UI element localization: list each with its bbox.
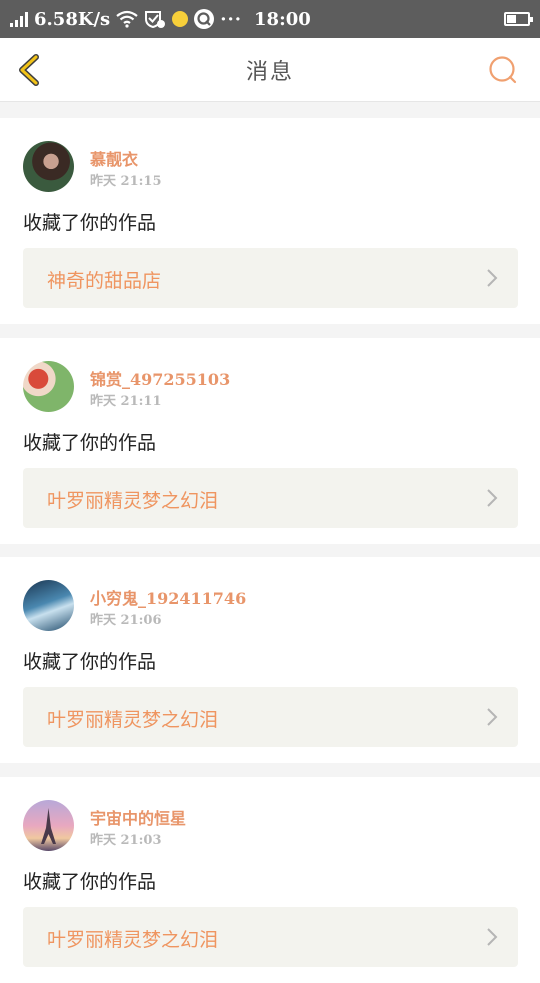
action-text: 收藏了你的作品 — [23, 212, 157, 234]
vpn-icon — [145, 11, 166, 29]
username[interactable]: 小穷鬼_192411746 — [90, 585, 246, 609]
battery-icon — [504, 12, 533, 26]
chevron-right-icon — [487, 928, 498, 946]
more-icon: ··· — [220, 8, 243, 30]
message-card: 慕靓衣 昨天 21:15 收藏了你的作品 神奇的甜品店 — [0, 118, 540, 324]
chevron-right-icon — [487, 489, 498, 507]
back-icon[interactable] — [14, 53, 44, 87]
status-bar: 6.58K/s ··· 18:00 — [0, 0, 540, 38]
avatar[interactable] — [23, 141, 74, 192]
page-title: 消息 — [245, 59, 294, 85]
message-card: 宇宙中的恒星 昨天 21:03 收藏了你的作品 叶罗丽精灵梦之幻泪 — [0, 777, 540, 983]
action-text: 收藏了你的作品 — [23, 651, 157, 673]
work-title: 叶罗丽精灵梦之幻泪 — [47, 709, 219, 731]
notification-dot-icon — [172, 11, 189, 27]
work-title: 叶罗丽精灵梦之幻泪 — [47, 490, 219, 512]
message-card: 小穷鬼_192411746 昨天 21:06 收藏了你的作品 叶罗丽精灵梦之幻泪 — [0, 557, 540, 763]
action-text: 收藏了你的作品 — [23, 432, 157, 454]
timestamp: 昨天 21:11 — [90, 394, 162, 409]
timestamp: 昨天 21:03 — [90, 833, 162, 848]
work-link[interactable]: 叶罗丽精灵梦之幻泪 — [23, 687, 518, 747]
app-q-icon — [194, 9, 215, 29]
network-speed: 6.58K/s — [34, 8, 111, 30]
chevron-right-icon — [487, 708, 498, 726]
work-link[interactable]: 叶罗丽精灵梦之幻泪 — [23, 468, 518, 528]
signal-icon — [10, 11, 28, 27]
timestamp: 昨天 21:15 — [90, 174, 162, 189]
action-text: 收藏了你的作品 — [23, 871, 157, 893]
avatar[interactable] — [23, 580, 74, 631]
nav-bar: 消息 — [0, 38, 540, 102]
eiffel-tower-icon — [41, 808, 56, 844]
avatar[interactable] — [23, 361, 74, 412]
status-time: 18:00 — [254, 8, 311, 30]
avatar[interactable] — [23, 800, 74, 851]
search-icon[interactable] — [488, 55, 518, 85]
timestamp: 昨天 21:06 — [90, 613, 162, 628]
work-title: 叶罗丽精灵梦之幻泪 — [47, 929, 219, 951]
chevron-right-icon — [487, 269, 498, 287]
work-link[interactable]: 叶罗丽精灵梦之幻泪 — [23, 907, 518, 967]
wifi-icon — [116, 10, 138, 28]
work-title: 神奇的甜品店 — [47, 270, 162, 292]
work-link[interactable]: 神奇的甜品店 — [23, 248, 518, 308]
username[interactable]: 慕靓衣 — [90, 146, 138, 170]
username[interactable]: 宇宙中的恒星 — [90, 805, 186, 829]
message-card: 锦赏_497255103 昨天 21:11 收藏了你的作品 叶罗丽精灵梦之幻泪 — [0, 338, 540, 544]
username[interactable]: 锦赏_497255103 — [90, 366, 230, 390]
